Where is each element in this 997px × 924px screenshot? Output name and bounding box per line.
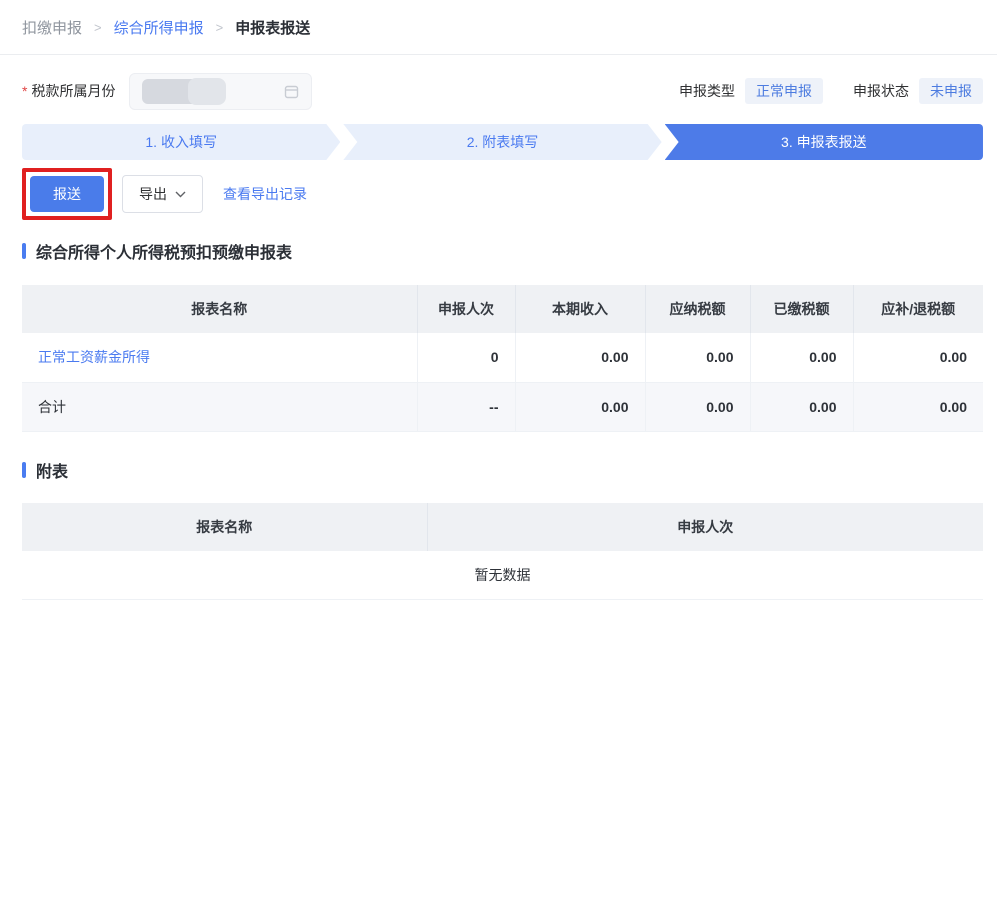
- main-declaration-table: 报表名称 申报人次 本期收入 应纳税额 已缴税额 应补/退税额 正常工资薪金所得…: [22, 285, 983, 432]
- step-3-form-submission[interactable]: 3. 申报表报送: [664, 124, 983, 160]
- calendar-icon: [284, 84, 299, 99]
- appendix-section-title: 附表: [36, 463, 69, 481]
- submit-button[interactable]: 报送: [30, 176, 104, 212]
- cell-declare-count: 0: [417, 333, 516, 383]
- step-1-income-entry[interactable]: 1. 收入填写: [22, 124, 340, 160]
- header-declare-count: 申报人次: [417, 285, 516, 333]
- declare-type-label: 申报类型: [679, 82, 735, 99]
- page: 扣缴申报 > 综合所得申报 > 申报表报送 * 税款所属月份 申报类型 正常申报: [0, 0, 997, 924]
- filter-row: * 税款所属月份 申报类型 正常申报 申报状态 未申报: [22, 72, 983, 110]
- breadcrumb-separator-icon: >: [94, 19, 102, 35]
- appendix-table: 报表名称 申报人次 暂无数据: [22, 502, 983, 600]
- view-export-records-link[interactable]: 查看导出记录: [223, 184, 307, 204]
- empty-state-text: 暂无数据: [22, 550, 983, 600]
- breadcrumb-separator-icon: >: [215, 19, 224, 35]
- toolbar: 报送 导出 查看导出记录: [22, 168, 983, 220]
- breadcrumb-item-withholding-declaration[interactable]: 扣缴申报: [22, 17, 82, 38]
- cell-declare-count: --: [417, 382, 516, 432]
- header-report-name: 报表名称: [22, 502, 428, 551]
- cell-current-income: 0.00: [515, 333, 646, 383]
- appendix-table-header-row: 报表名称 申报人次: [22, 502, 983, 551]
- redacted-month-value: [142, 77, 227, 105]
- table-row: 正常工资薪金所得 0 0.00 0.00 0.00 0.00: [22, 333, 983, 383]
- breadcrumb-item-comprehensive-income[interactable]: 综合所得申报: [114, 17, 204, 38]
- appendix-section-header: 附表: [22, 459, 983, 481]
- declare-type-badge: 正常申报: [745, 77, 823, 105]
- header-tax-due-refund: 应补/退税额: [853, 285, 983, 333]
- export-dropdown-button[interactable]: 导出: [122, 175, 203, 213]
- cell-current-income: 0.00: [515, 382, 646, 432]
- breadcrumb: 扣缴申报 > 综合所得申报 > 申报表报送: [0, 0, 997, 55]
- table-total-row: 合计 -- 0.00 0.00 0.00 0.00: [22, 382, 983, 432]
- main-table-header-row: 报表名称 申报人次 本期收入 应纳税额 已缴税额 应补/退税额: [22, 285, 983, 333]
- section-accent-bar: [22, 243, 26, 259]
- tax-month-label: 税款所属月份: [31, 83, 116, 99]
- step-2-appendix-entry[interactable]: 2. 附表填写: [343, 124, 661, 160]
- declare-status-badge: 未申报: [919, 77, 983, 105]
- cell-tax-paid: 0.00: [750, 382, 854, 432]
- export-button-label: 导出: [139, 186, 167, 202]
- cell-tax-due-refund: 0.00: [853, 382, 983, 432]
- chevron-down-icon: [175, 191, 186, 198]
- cell-tax-due-refund: 0.00: [853, 333, 983, 383]
- step-indicator: 1. 收入填写 2. 附表填写 3. 申报表报送: [22, 124, 983, 160]
- main-section-header: 综合所得个人所得税预扣预缴申报表: [22, 240, 983, 262]
- total-row-label: 合计: [22, 382, 418, 432]
- red-annotation-highlight: 报送: [22, 168, 112, 220]
- header-tax-payable: 应纳税额: [645, 285, 751, 333]
- cell-tax-paid: 0.00: [750, 333, 854, 383]
- header-tax-paid: 已缴税额: [750, 285, 854, 333]
- tax-month-field-group: * 税款所属月份: [22, 72, 313, 110]
- tax-month-input[interactable]: [129, 72, 313, 110]
- required-asterisk: *: [22, 83, 28, 99]
- status-group: 申报类型 正常申报 申报状态 未申报: [679, 77, 983, 105]
- normal-salary-income-link[interactable]: 正常工资薪金所得: [38, 349, 150, 365]
- empty-state-row: 暂无数据: [22, 550, 983, 600]
- cell-tax-payable: 0.00: [645, 382, 751, 432]
- header-report-name: 报表名称: [22, 285, 418, 333]
- breadcrumb-current-page: 申报表报送: [235, 19, 311, 37]
- header-declare-count: 申报人次: [427, 502, 983, 551]
- main-section-title: 综合所得个人所得税预扣预缴申报表: [36, 245, 293, 262]
- section-accent-bar: [22, 461, 26, 478]
- header-current-income: 本期收入: [515, 285, 646, 333]
- cell-tax-payable: 0.00: [645, 333, 751, 383]
- declare-status-label: 申报状态: [853, 82, 909, 99]
